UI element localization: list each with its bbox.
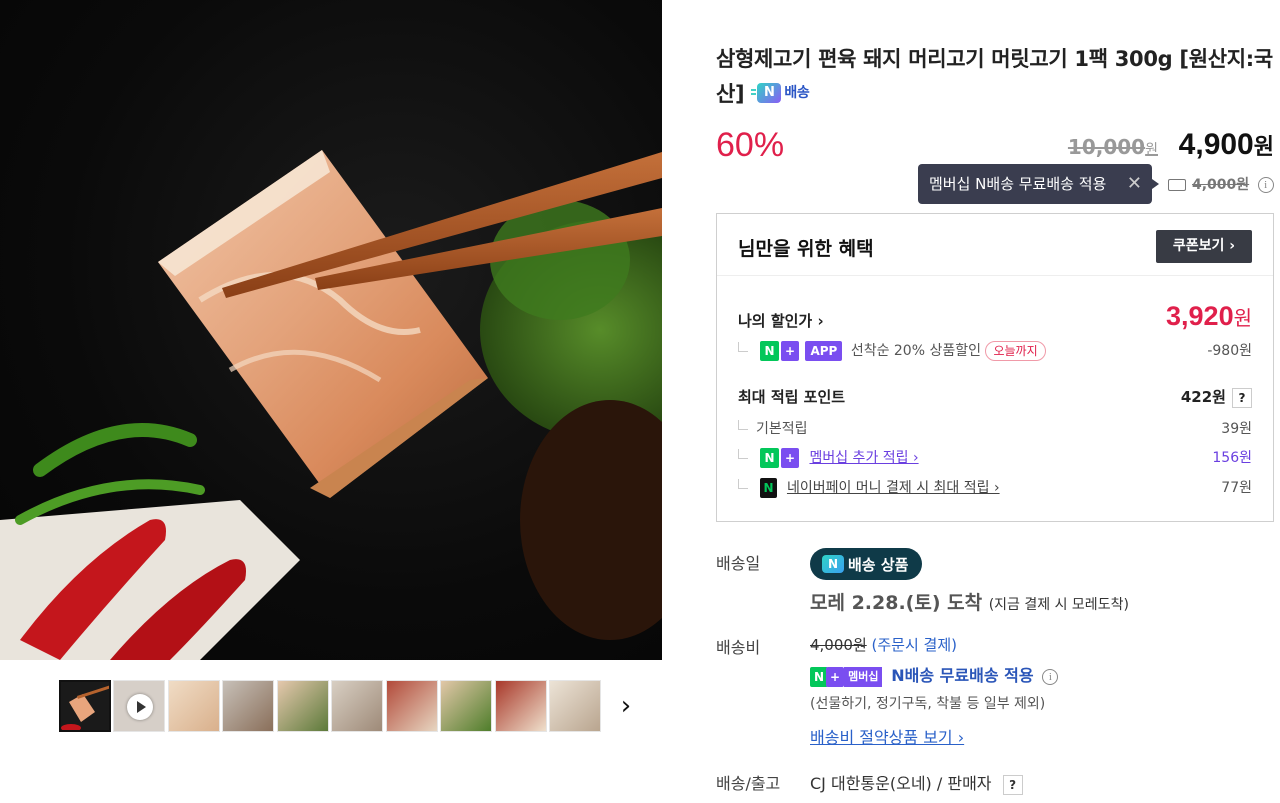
tree-connector <box>738 342 748 352</box>
arrival-note: (지금 결제 시 모레도착) <box>988 597 1129 613</box>
original-price-value: 10,000 <box>1067 135 1146 159</box>
shipping-saving-link-wrap: 배송비 절약상품 보기 › <box>810 724 964 748</box>
thumbnail-5[interactable] <box>277 680 329 732</box>
naver-n-chip: N <box>760 448 779 468</box>
naver-n-chip: N <box>760 341 779 361</box>
sale-price: 4,900원 <box>1179 128 1274 162</box>
points-value-wrap: 422원? <box>1181 386 1252 408</box>
shipping-fee-original: 4,000원 <box>1192 177 1250 193</box>
thumbnail-8[interactable] <box>440 680 492 732</box>
points-label: 최대 적립 포인트 <box>738 388 846 406</box>
original-price-unit: 원 <box>1145 142 1158 158</box>
pork-head-meat-photo <box>0 150 662 660</box>
plus-chip: + <box>780 448 800 468</box>
free-shipping-text: N배송 무료배송 적용 <box>891 666 1034 685</box>
npay-points-row: N 네이버페이 머니 결제 시 최대 적립 › 77원 <box>738 477 1252 498</box>
delivery-badge-wrap: N 배송 상품 <box>810 548 923 580</box>
thumbnail-10[interactable] <box>549 680 601 732</box>
info-icon[interactable]: i <box>1042 668 1059 685</box>
membership-points-value: 156원 <box>1212 450 1252 466</box>
thumbnail-4[interactable] <box>222 680 274 732</box>
benefit-box: 님만을 위한 혜택 쿠폰보기 › 나의 할인가 › 3,920원 N + APP… <box>716 213 1274 522</box>
tree-connector <box>738 449 748 459</box>
thumbnail-6[interactable] <box>331 680 383 732</box>
tooltip-text: 멤버십 N배송 무료배송 적용 <box>929 175 1107 193</box>
membership-points-link[interactable]: 멤버십 추가 적립 › <box>809 450 918 466</box>
naver-pay-icon: N <box>760 478 777 498</box>
thumbnail-3[interactable] <box>168 680 220 732</box>
n-delivery-badge-text: 배송 <box>784 84 810 101</box>
my-discount-price: 3,920원 <box>1166 301 1252 332</box>
info-icon[interactable]: i <box>1257 177 1274 193</box>
my-price-unit: 원 <box>1233 308 1252 330</box>
basic-points-row: 기본적립 39원 <box>738 418 1252 438</box>
sale-price-value: 4,900 <box>1178 128 1254 161</box>
today-only-chip: 오늘까지 <box>985 341 1046 361</box>
truck-icon <box>1168 179 1186 191</box>
courier-value: CJ 대한통운(오네) / 판매자 <box>810 774 992 793</box>
n-delivery-icon: N <box>751 83 782 103</box>
arrival-date: 모레 2.28.(토) 도착 (지금 결제 시 모레도착) <box>810 588 1129 615</box>
question-icon[interactable]: ? <box>1002 774 1023 795</box>
membership-points-row: N + 멤버십 추가 적립 › 156원 <box>738 447 1252 468</box>
app-chip: APP <box>805 341 843 361</box>
free-shipping-row: N + 멤버십 N배송 무료배송 적용 i <box>810 662 1059 687</box>
thumbnail-9[interactable] <box>495 680 547 732</box>
original-price: 10,000원 <box>1068 135 1158 159</box>
thumbnail-strip: › <box>0 660 662 803</box>
npay-points-value: 77원 <box>1221 480 1252 496</box>
main-product-image[interactable] <box>0 0 662 660</box>
close-icon[interactable]: ✕ <box>1127 164 1142 204</box>
thumbnail-next-arrow-icon[interactable]: › <box>612 692 640 720</box>
benefit-title: 님만을 위한 혜택 <box>738 238 874 260</box>
free-shipping-tooltip: 멤버십 N배송 무료배송 적용 ✕ <box>918 164 1159 204</box>
thumbnail-photo <box>61 684 109 730</box>
product-gallery: › <box>0 0 662 803</box>
thumbnail-1[interactable] <box>59 680 111 732</box>
thumbnail-7[interactable] <box>386 680 438 732</box>
app-discount-value: -980원 <box>1207 343 1252 359</box>
delivery-fee-label: 배송비 <box>716 638 761 657</box>
shipping-exclusion-note: (선물하기, 정기구독, 착불 등 일부 제외) <box>810 696 1046 712</box>
tree-connector <box>738 479 748 489</box>
n-delivery-product-text: 배송 상품 <box>848 555 909 574</box>
basic-points-label: 기본적립 <box>756 421 808 437</box>
delivery-fee-value: 4,000원 (주문시 결제) <box>810 634 957 655</box>
play-icon <box>127 694 153 720</box>
sale-price-unit: 원 <box>1253 134 1274 159</box>
app-discount-text: 선착순 20% 상품할인 <box>850 343 981 359</box>
n-delivery-icon: N <box>822 555 844 573</box>
n-delivery-badge: N 배송 <box>751 76 810 111</box>
tree-connector <box>738 420 748 430</box>
points-row: 최대 적립 포인트 422원? <box>738 386 1252 408</box>
npay-points-link[interactable]: 네이버페이 머니 결제 시 최대 적립 › <box>787 480 1000 496</box>
points-value: 422원 <box>1180 388 1226 406</box>
arrival-text: 모레 2.28.(토) 도착 <box>810 592 983 614</box>
shipping-fee-strike: 4,000원 i <box>1168 174 1274 194</box>
discount-rate: 60% <box>716 126 785 164</box>
delivery-date-label: 배송일 <box>716 554 761 573</box>
app-discount-row: N + APP 선착순 20% 상품할인 오늘까지 -980원 <box>738 340 1252 361</box>
shipping-saving-link[interactable]: 배송비 절약상품 보기 › <box>810 728 964 747</box>
membership-chip: 멤버십 <box>844 666 883 687</box>
delivery-fee-original: 4,000원 <box>810 636 867 654</box>
plus-chip: + <box>780 341 800 361</box>
product-info-panel: 삼형제고기 편육 돼지 머리고기 머릿고기 1팩 300g [원산지:국산] N… <box>716 0 1276 803</box>
courier-value-wrap: CJ 대한통운(오네) / 판매자 ? <box>810 770 1023 795</box>
plus-chip: + <box>826 666 845 687</box>
question-icon[interactable]: ? <box>1232 387 1252 408</box>
basic-points-value: 39원 <box>1221 421 1252 437</box>
delivery-fee-note: (주문시 결제) <box>871 636 958 654</box>
my-price-value: 3,920 <box>1166 301 1234 331</box>
thumbnail-video[interactable] <box>113 680 165 732</box>
coupon-view-button[interactable]: 쿠폰보기 › <box>1156 230 1252 263</box>
product-title: 삼형제고기 편육 돼지 머리고기 머릿고기 1팩 300g [원산지:국산] N… <box>716 42 1276 113</box>
n-delivery-product-badge: N 배송 상품 <box>810 548 923 580</box>
courier-label: 배송/출고 <box>716 774 781 793</box>
